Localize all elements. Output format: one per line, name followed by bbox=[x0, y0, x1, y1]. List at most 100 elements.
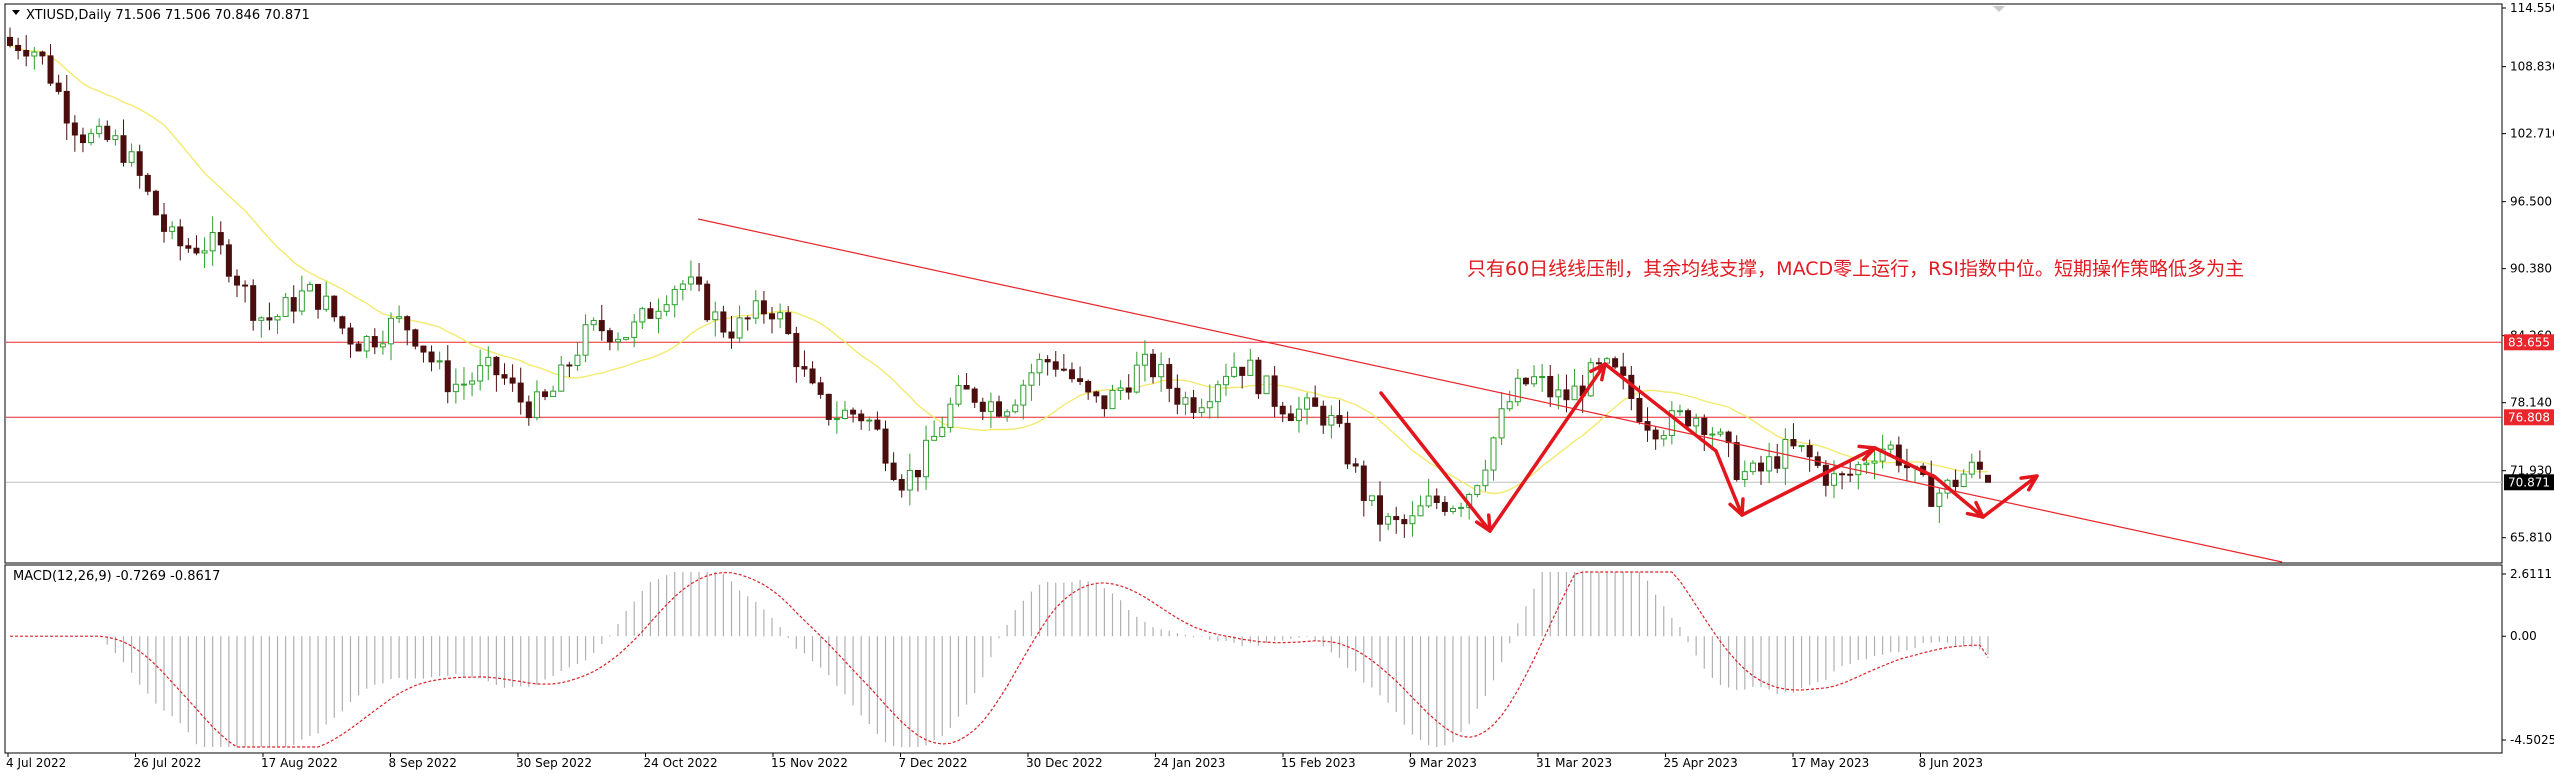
price-tick-label: 108.830 bbox=[2510, 60, 2554, 74]
candle-body bbox=[752, 300, 759, 319]
candle-body bbox=[1709, 433, 1716, 436]
candle-body bbox=[71, 122, 78, 136]
candle-body bbox=[31, 51, 38, 57]
annotation-text: 只有60日线线压制，其余均线支撑，MACD零上运行，RSI指数中位。短期操作策略… bbox=[1467, 258, 2244, 280]
candle-body bbox=[1393, 516, 1400, 521]
price-marker-label: 83.655 bbox=[2508, 335, 2550, 349]
candle-body bbox=[15, 44, 22, 51]
candle-body bbox=[1676, 410, 1683, 413]
candle-body bbox=[1336, 415, 1343, 424]
candle-body bbox=[550, 390, 557, 398]
macd-tick-label: 0.00 bbox=[2510, 629, 2537, 643]
candle-body bbox=[1571, 385, 1578, 401]
candle-body bbox=[1847, 473, 1854, 476]
candle-body bbox=[388, 317, 395, 345]
candle-body bbox=[696, 276, 703, 285]
candle-body bbox=[1158, 364, 1165, 378]
candle-body bbox=[1741, 471, 1748, 480]
candle-body bbox=[931, 435, 938, 441]
candle-body bbox=[1449, 507, 1456, 512]
candle-body bbox=[161, 214, 168, 232]
candle-body bbox=[1758, 462, 1765, 472]
candle-body bbox=[1612, 358, 1619, 368]
candle-body bbox=[1263, 375, 1270, 395]
time-tick-label: 17 Aug 2022 bbox=[261, 756, 338, 770]
candle-body bbox=[1117, 387, 1124, 391]
candle-body bbox=[420, 345, 427, 353]
candle-body bbox=[477, 365, 484, 382]
chart-window[interactable]: 114.550108.830102.71096.50090.38084.2607… bbox=[0, 0, 2554, 773]
price-tick-label: 65.810 bbox=[2510, 531, 2552, 545]
candle-body bbox=[1255, 359, 1262, 395]
candle-body bbox=[396, 316, 403, 319]
candle-body bbox=[104, 125, 111, 140]
candle-body bbox=[1952, 479, 1959, 487]
candle-body bbox=[339, 316, 346, 329]
candle-body bbox=[1150, 353, 1157, 378]
candle-body bbox=[1231, 366, 1238, 377]
candle-body bbox=[1417, 505, 1424, 517]
candle-body bbox=[809, 368, 816, 384]
candle-body bbox=[298, 290, 305, 312]
candle-body bbox=[266, 317, 273, 321]
candle-body bbox=[825, 393, 832, 420]
candle-body bbox=[209, 232, 216, 252]
candle-body bbox=[769, 313, 776, 320]
candle-body bbox=[1652, 429, 1659, 440]
candle-body bbox=[1863, 462, 1870, 466]
candle-body bbox=[404, 316, 411, 331]
candle-body bbox=[996, 401, 1002, 417]
candle-body bbox=[1174, 387, 1181, 405]
candle-body bbox=[606, 330, 613, 343]
candle-body bbox=[1190, 397, 1197, 413]
candle-body bbox=[833, 417, 840, 420]
chart-svg[interactable]: 114.550108.830102.71096.50090.38084.2607… bbox=[0, 0, 2554, 773]
time-tick-label: 17 May 2023 bbox=[1791, 756, 1869, 770]
macd-header: MACD(12,26,9) -0.7269 -0.8617 bbox=[13, 569, 220, 584]
time-tick-label: 15 Nov 2022 bbox=[771, 756, 848, 770]
time-tick-label: 30 Sep 2022 bbox=[516, 756, 592, 770]
candle-body bbox=[1660, 435, 1667, 440]
candle-body bbox=[1044, 359, 1051, 363]
symbol-header: XTIUSD,Daily 71.506 71.506 70.846 70.871 bbox=[26, 8, 310, 23]
candle-body bbox=[1247, 359, 1254, 376]
candle-body bbox=[817, 382, 824, 395]
candle-body bbox=[712, 311, 719, 321]
candle-body bbox=[1295, 408, 1302, 422]
candle-body bbox=[55, 82, 62, 92]
candle-body bbox=[1401, 519, 1408, 525]
candle-body bbox=[655, 310, 662, 319]
candle-body bbox=[1125, 387, 1132, 393]
candle-body bbox=[79, 134, 86, 144]
candle-body bbox=[1644, 421, 1651, 431]
candle-body bbox=[1077, 378, 1084, 382]
candle-body bbox=[1433, 495, 1440, 503]
candle-body bbox=[1004, 411, 1011, 417]
candle-body bbox=[242, 284, 249, 287]
candle-body bbox=[1563, 389, 1570, 401]
time-tick-label: 8 Sep 2022 bbox=[389, 756, 457, 770]
candle-body bbox=[1109, 389, 1116, 410]
candle-body bbox=[1368, 495, 1375, 501]
candle-body bbox=[914, 469, 921, 478]
candle-body bbox=[598, 320, 605, 332]
candle-body bbox=[1968, 461, 1975, 475]
candle-body bbox=[1360, 465, 1367, 501]
candle-body bbox=[233, 275, 240, 286]
candle-body bbox=[1693, 417, 1700, 427]
candle-body bbox=[23, 49, 30, 57]
macd-tick-label: 2.6111 bbox=[2510, 567, 2552, 581]
candle-body bbox=[1839, 473, 1846, 476]
candle-body bbox=[785, 312, 792, 335]
candle-body bbox=[428, 351, 435, 363]
candle-body bbox=[882, 428, 889, 464]
candle-body bbox=[1409, 515, 1416, 525]
candle-body bbox=[250, 285, 257, 321]
candle-body bbox=[144, 174, 151, 192]
candle-body bbox=[1036, 359, 1043, 374]
candle-body bbox=[1287, 413, 1294, 422]
candle-body bbox=[1522, 377, 1529, 385]
candle-body bbox=[331, 295, 338, 318]
candle-body bbox=[1636, 397, 1643, 423]
candle-body bbox=[436, 360, 443, 363]
